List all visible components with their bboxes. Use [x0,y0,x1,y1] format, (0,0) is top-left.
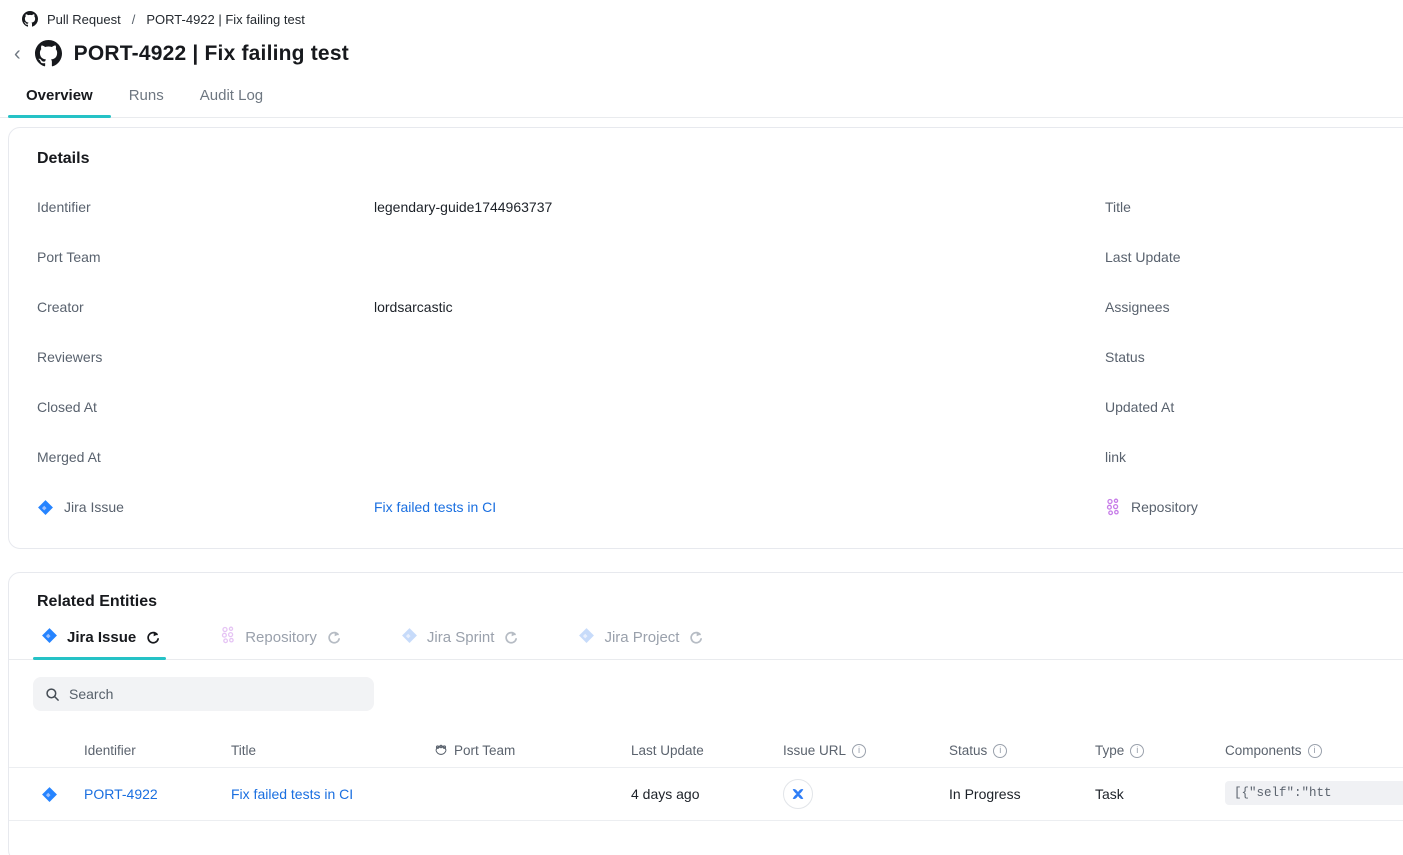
components-json-chip[interactable]: [{"self":"htt [1225,781,1403,805]
cell-issue-url [783,779,949,809]
field-label: Port Team [37,249,374,265]
field-label: Assignees [1105,299,1345,315]
page-header: ‹ PORT-4922 | Fix failing test [12,40,1403,67]
tab-runs[interactable]: Runs [111,87,182,117]
field-assignees: Assignees [1105,282,1399,332]
col-issue-url[interactable]: Issue URLi [783,743,949,758]
related-tab-label: Jira Project [604,629,679,646]
field-title: Title [1105,182,1399,232]
breadcrumb-separator: / [130,12,138,27]
details-card: Details Identifier legendary-guide174496… [8,127,1403,549]
field-label: Title [1105,199,1345,215]
jira-icon-light [401,627,418,648]
info-icon[interactable]: i [993,744,1007,758]
related-tab-repository[interactable]: Repository [212,626,367,659]
related-tab-jira-sprint[interactable]: Jira Sprint [393,626,545,659]
field-reviewers: Reviewers [37,332,1105,382]
field-label: Creator [37,299,374,315]
field-label: Last Update [1105,249,1345,265]
page-title: PORT-4922 | Fix failing test [74,42,349,66]
search-icon [45,687,60,702]
col-last-update[interactable]: Last Update [631,743,783,758]
jira-icon [37,499,54,516]
field-label: Jira Issue [64,499,124,515]
explore-relation-icon [503,630,518,645]
field-merged-at: Merged At [37,432,1105,482]
col-components[interactable]: Componentsi [1225,743,1403,758]
details-column-left: Identifier legendary-guide1744963737 Por… [37,182,1105,532]
field-label: Identifier [37,199,374,215]
field-label: Updated At [1105,399,1345,415]
field-value: legendary-guide1744963737 [374,199,552,215]
repository-icon [1105,498,1121,516]
col-port-team[interactable]: Port Team [434,743,631,758]
cell-components: [{"self":"htt [1225,781,1403,808]
col-status[interactable]: Statusi [949,743,1095,758]
github-icon [35,40,62,67]
table-row[interactable]: PORT-4922 Fix failed tests in CI 4 days … [9,768,1403,821]
github-icon [22,11,38,27]
related-entities-card: Related Entities Jira Issue Repository J… [8,572,1403,855]
col-identifier[interactable]: Identifier [84,743,231,758]
cell-title-link[interactable]: Fix failed tests in CI [231,786,434,802]
details-grid: Identifier legendary-guide1744963737 Por… [37,182,1399,532]
breadcrumb-item-blueprint[interactable]: Pull Request [47,12,121,27]
field-label: link [1105,449,1345,465]
jira-icon-light [578,627,595,648]
explore-relation-icon [145,630,160,645]
related-entities-heading: Related Entities [9,593,1403,611]
field-creator: Creator lordsarcastic [37,282,1105,332]
related-tab-label: Jira Issue [67,629,136,646]
field-port-team: Port Team [37,232,1105,282]
related-search [33,677,374,711]
related-tab-label: Repository [245,629,317,646]
field-status: Status [1105,332,1399,382]
explore-relation-icon [688,630,703,645]
table-header: Identifier Title Port Team Last Update I… [9,734,1403,768]
tab-audit-log[interactable]: Audit Log [182,87,281,117]
field-label: Status [1105,349,1345,365]
related-tab-jira-project[interactable]: Jira Project [570,626,729,659]
search-input[interactable] [69,686,362,702]
jira-link-icon [790,786,806,802]
field-label: Repository [1131,499,1198,515]
related-tab-jira-issue[interactable]: Jira Issue [33,626,186,659]
jira-icon [41,786,84,803]
related-entity-tabs: Jira Issue Repository Jira Sprint Jira P… [9,626,1403,660]
main-tabs: Overview Runs Audit Log [0,87,1403,118]
back-button[interactable]: ‹ [12,42,23,66]
related-tab-label: Jira Sprint [427,629,495,646]
field-label: Closed At [37,399,374,415]
details-column-right: Title Last Update Assignees Status Updat… [1105,182,1399,532]
cell-identifier-link[interactable]: PORT-4922 [84,786,231,802]
details-heading: Details [37,150,1399,168]
field-jira-issue: Jira Issue Fix failed tests in CI [37,482,1105,532]
issue-url-favicon-badge[interactable] [783,779,813,809]
col-title[interactable]: Title [231,743,434,758]
explore-relation-icon [326,630,341,645]
field-repository: Repository [1105,482,1399,532]
field-updated-at: Updated At [1105,382,1399,432]
info-icon[interactable]: i [852,744,866,758]
field-last-update: Last Update [1105,232,1399,282]
cell-last-update: 4 days ago [631,786,783,802]
team-icon [434,744,448,758]
field-value: lordsarcastic [374,299,453,315]
tab-overview[interactable]: Overview [8,87,111,117]
jira-issue-link[interactable]: Fix failed tests in CI [374,499,496,515]
field-identifier: Identifier legendary-guide1744963737 [37,182,1105,232]
breadcrumb: Pull Request / PORT-4922 | Fix failing t… [0,0,1403,27]
info-icon[interactable]: i [1308,744,1322,758]
breadcrumb-item-entity: PORT-4922 | Fix failing test [146,12,304,27]
cell-status: In Progress [949,786,1095,802]
field-label: Reviewers [37,349,374,365]
info-icon[interactable]: i [1130,744,1144,758]
jira-icon [41,627,58,648]
repository-icon [220,626,236,648]
field-closed-at: Closed At [37,382,1105,432]
col-type[interactable]: Typei [1095,743,1225,758]
cell-type: Task [1095,786,1225,802]
field-link: link [1105,432,1399,482]
field-label: Merged At [37,449,374,465]
